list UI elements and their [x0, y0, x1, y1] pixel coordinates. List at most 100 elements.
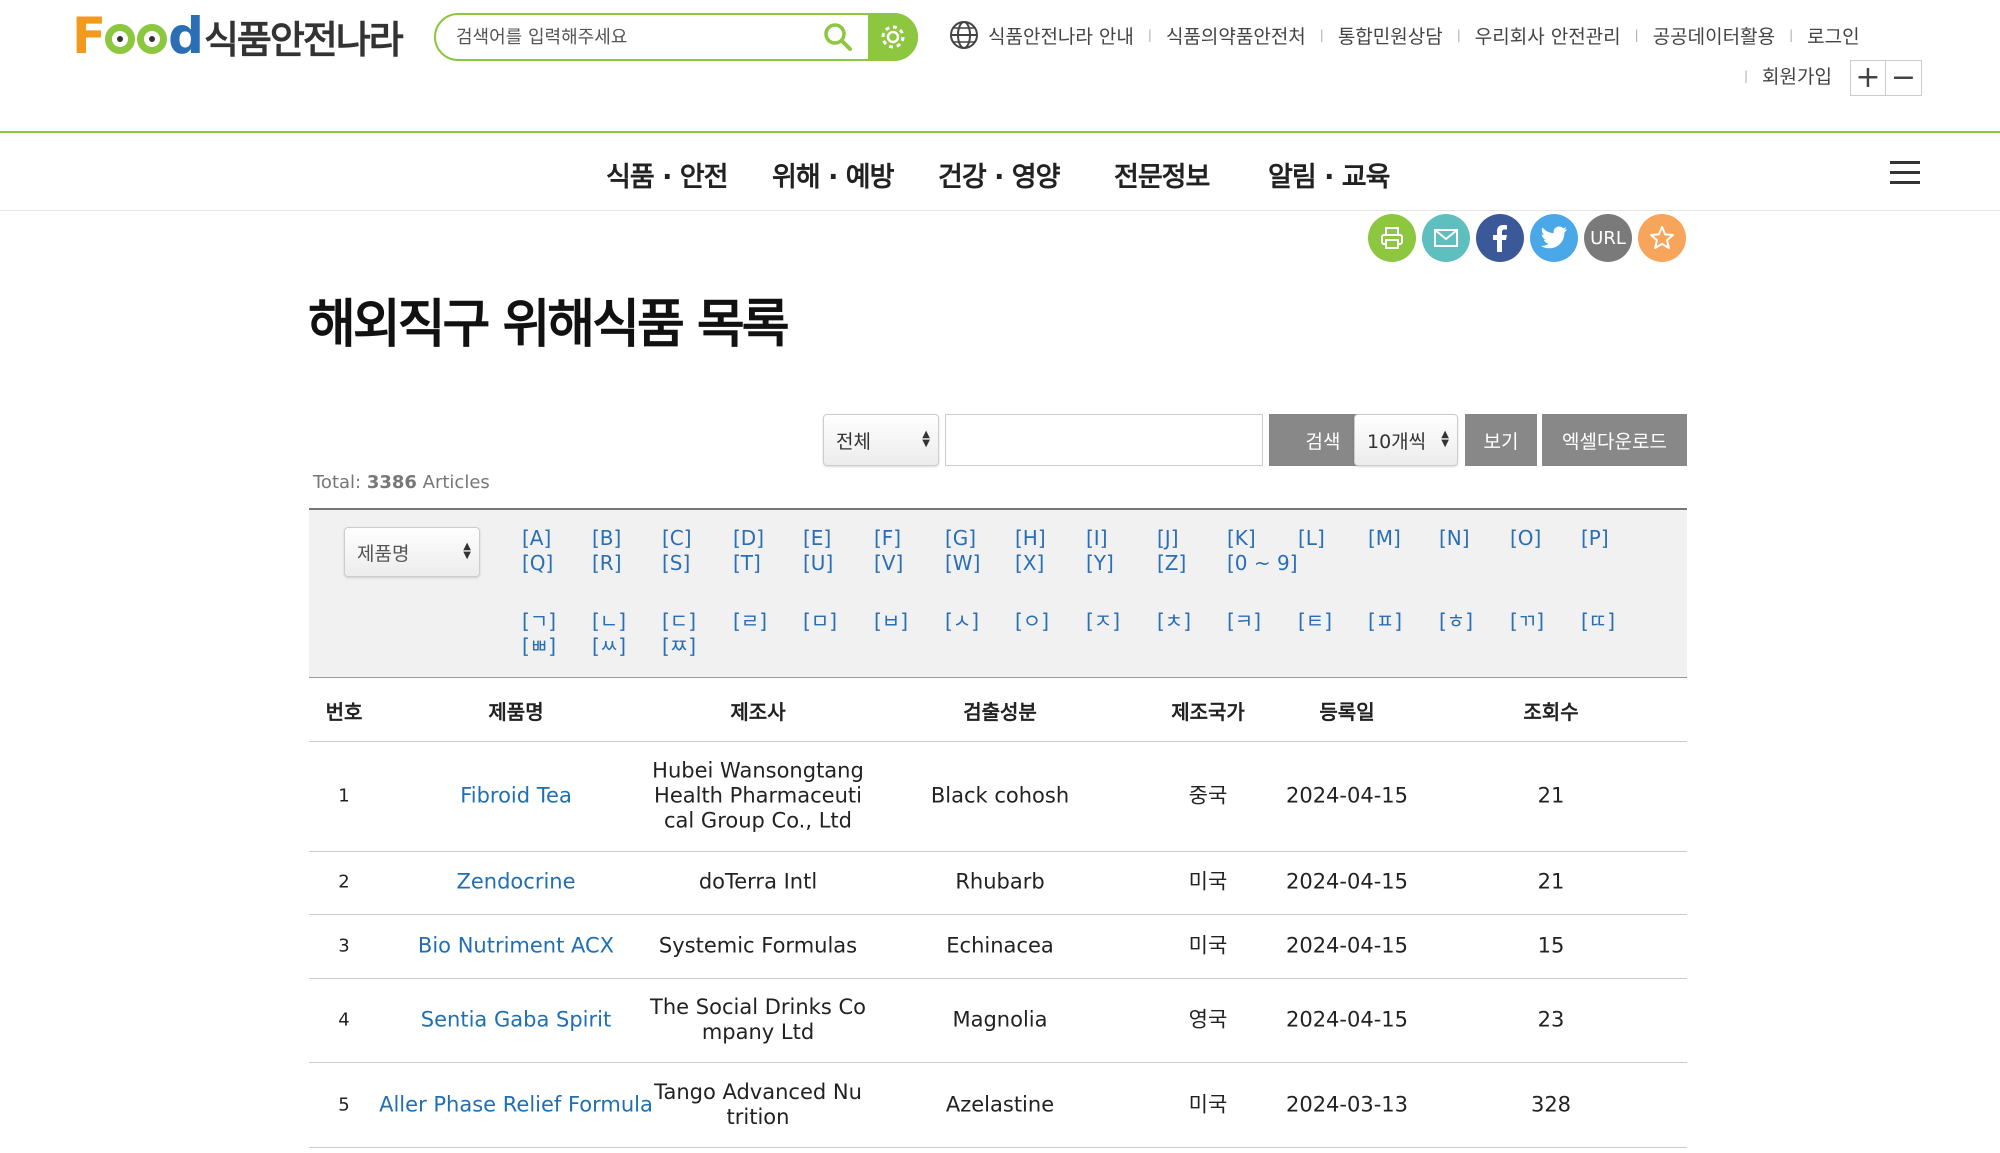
- menu-hamburger-icon[interactable]: [1890, 161, 1920, 185]
- korean-filter-link[interactable]: [ㅇ]: [1015, 609, 1049, 634]
- korean-filter-link[interactable]: [ㄴ]: [592, 609, 626, 634]
- korean-filter-link[interactable]: [ㅂ]: [874, 609, 908, 634]
- bookmark-star-icon[interactable]: [1638, 214, 1686, 262]
- zoom-in-button[interactable]: +: [1850, 60, 1886, 96]
- search-input[interactable]: [456, 26, 816, 48]
- email-icon[interactable]: [1422, 214, 1470, 262]
- column-header: 조회수: [1523, 700, 1579, 724]
- zoom-out-button[interactable]: −: [1886, 60, 1922, 96]
- filter-field-select[interactable]: 제품명 ▲ ▼: [344, 527, 480, 577]
- cell-product[interactable]: Sentia Gaba Spirit: [421, 1008, 611, 1033]
- cell-views: 15: [1537, 933, 1565, 958]
- maker-line: trition: [726, 1105, 790, 1129]
- view-button[interactable]: 보기: [1465, 414, 1537, 466]
- nav-hazard-prevention[interactable]: 위해 · 예방: [772, 155, 894, 194]
- korean-filter-link[interactable]: [ㅋ]: [1227, 609, 1261, 634]
- select-arrows-icon: ▲ ▼: [1441, 429, 1449, 449]
- cell-product[interactable]: Bio Nutriment ACX: [418, 934, 614, 959]
- korean-filter-link[interactable]: [ㅅ]: [945, 609, 979, 634]
- alpha-filter-link[interactable]: [J]: [1157, 526, 1179, 551]
- alpha-filter-link[interactable]: [V]: [874, 551, 903, 576]
- alpha-filter-link[interactable]: [A]: [522, 526, 551, 551]
- per-page-select[interactable]: 10개씩 ▲ ▼: [1354, 414, 1458, 466]
- alpha-filter-link[interactable]: [O]: [1510, 526, 1541, 551]
- cell-country: 미국: [1188, 1092, 1228, 1117]
- util-link-mfds[interactable]: 식품의약품안전처: [1166, 22, 1306, 49]
- util-link-company-safety[interactable]: 우리회사 안전관리: [1475, 22, 1621, 49]
- korean-filter-link[interactable]: [ㄲ]: [1510, 609, 1544, 634]
- alpha-filter-link[interactable]: [E]: [803, 526, 831, 551]
- excel-download-button[interactable]: 엑셀다운로드: [1542, 414, 1687, 466]
- alpha-filter-link[interactable]: [I]: [1086, 526, 1108, 551]
- cell-product[interactable]: Zendocrine: [456, 870, 575, 895]
- cell-ingredient: Azelastine: [945, 1092, 1055, 1117]
- alpha-filter-link[interactable]: [N]: [1439, 526, 1470, 551]
- search-scope-select[interactable]: 전체 ▲ ▼: [823, 414, 939, 466]
- alpha-filter-link[interactable]: [W]: [945, 551, 980, 576]
- korean-filter-link[interactable]: [ㅃ]: [522, 634, 556, 659]
- globe-icon[interactable]: [948, 18, 982, 52]
- cell-ingredient: Echinacea: [946, 933, 1054, 958]
- util-link-signup[interactable]: 회원가입: [1762, 62, 1832, 89]
- alpha-filter-link[interactable]: [Q]: [522, 551, 553, 576]
- alpha-filter-link[interactable]: [U]: [803, 551, 833, 576]
- alpha-filter-link[interactable]: [H]: [1015, 526, 1046, 551]
- alpha-filter-link[interactable]: [K]: [1227, 526, 1256, 551]
- nav-notice-education[interactable]: 알림 · 교육: [1268, 155, 1390, 194]
- facebook-icon[interactable]: [1476, 214, 1524, 262]
- alpha-filter-link[interactable]: [C]: [662, 526, 692, 551]
- korean-filter-link[interactable]: [ㅌ]: [1298, 609, 1332, 634]
- alpha-filter-link[interactable]: [P]: [1581, 526, 1609, 551]
- korean-filter-link[interactable]: [ㄹ]: [733, 609, 767, 634]
- twitter-icon[interactable]: [1530, 214, 1578, 262]
- alpha-filter-link[interactable]: [T]: [733, 551, 761, 576]
- cell-product[interactable]: Aller Phase Relief Formula: [379, 1093, 653, 1118]
- alpha-filter-link[interactable]: [L]: [1298, 526, 1325, 551]
- korean-filter-link[interactable]: [ㅊ]: [1157, 609, 1191, 634]
- korean-filter-link[interactable]: [ㅈ]: [1086, 609, 1120, 634]
- util-link-civil[interactable]: 통합민원상담: [1338, 22, 1443, 49]
- maker-line: doTerra Intl: [698, 869, 818, 894]
- util-link-login[interactable]: 로그인: [1807, 22, 1859, 49]
- page-title: 해외직구 위해식품 목록: [308, 295, 790, 355]
- search-icon[interactable]: [820, 19, 856, 55]
- util-link-about[interactable]: 식품안전나라 안내: [988, 22, 1134, 49]
- korean-filter-link[interactable]: [ㅎ]: [1439, 609, 1473, 634]
- alpha-filter-link[interactable]: [Z]: [1157, 551, 1186, 576]
- korean-filter-link[interactable]: [ㅉ]: [662, 634, 696, 659]
- alpha-filter-link[interactable]: [0 ~ 9]: [1227, 551, 1298, 576]
- korean-filter-link[interactable]: [ㄸ]: [1581, 609, 1615, 634]
- alpha-filter-link[interactable]: [D]: [733, 526, 764, 551]
- nav-food-safety[interactable]: 식품 · 안전: [606, 155, 728, 194]
- korean-filter-link[interactable]: [ㅆ]: [592, 634, 626, 659]
- alpha-filter-link[interactable]: [B]: [592, 526, 621, 551]
- nav-expert-info[interactable]: 전문정보: [1114, 155, 1210, 194]
- alpha-filter-link[interactable]: [F]: [874, 526, 901, 551]
- cell-views: 21: [1537, 783, 1565, 808]
- print-icon[interactable]: [1368, 214, 1416, 262]
- logo-kor-text: 식품안전나라: [203, 17, 404, 62]
- alpha-filter-link[interactable]: [Y]: [1086, 551, 1114, 576]
- korean-filter-link[interactable]: [ㄱ]: [522, 609, 556, 634]
- cell-ingredient: Black cohosh: [930, 783, 1070, 808]
- alpha-filter-link[interactable]: [S]: [662, 551, 690, 576]
- alpha-filter-link[interactable]: [M]: [1368, 526, 1401, 551]
- cell-product[interactable]: Fibroid Tea: [460, 784, 572, 809]
- util-link-open-data[interactable]: 공공데이터활용: [1653, 22, 1775, 49]
- nav-health-nutrition[interactable]: 건강 · 영양: [938, 155, 1060, 194]
- column-header: 번호: [325, 700, 363, 724]
- row-divider: [309, 851, 1687, 852]
- korean-filter-link[interactable]: [ㅁ]: [803, 609, 837, 634]
- total-prefix: Total:: [313, 472, 367, 493]
- url-copy-button[interactable]: URL: [1584, 214, 1632, 262]
- search-settings-gear-icon[interactable]: [868, 13, 918, 61]
- korean-filter-link[interactable]: [ㅍ]: [1368, 609, 1402, 634]
- alpha-filter-link[interactable]: [R]: [592, 551, 622, 576]
- site-logo[interactable]: Fd 식품안전나라: [72, 8, 404, 64]
- alpha-filter-link[interactable]: [G]: [945, 526, 976, 551]
- korean-filter-link[interactable]: [ㄷ]: [662, 609, 696, 634]
- cell-no: 3: [338, 935, 350, 957]
- keyword-input[interactable]: [945, 414, 1263, 466]
- cell-country: 중국: [1188, 783, 1228, 808]
- alpha-filter-link[interactable]: [X]: [1015, 551, 1044, 576]
